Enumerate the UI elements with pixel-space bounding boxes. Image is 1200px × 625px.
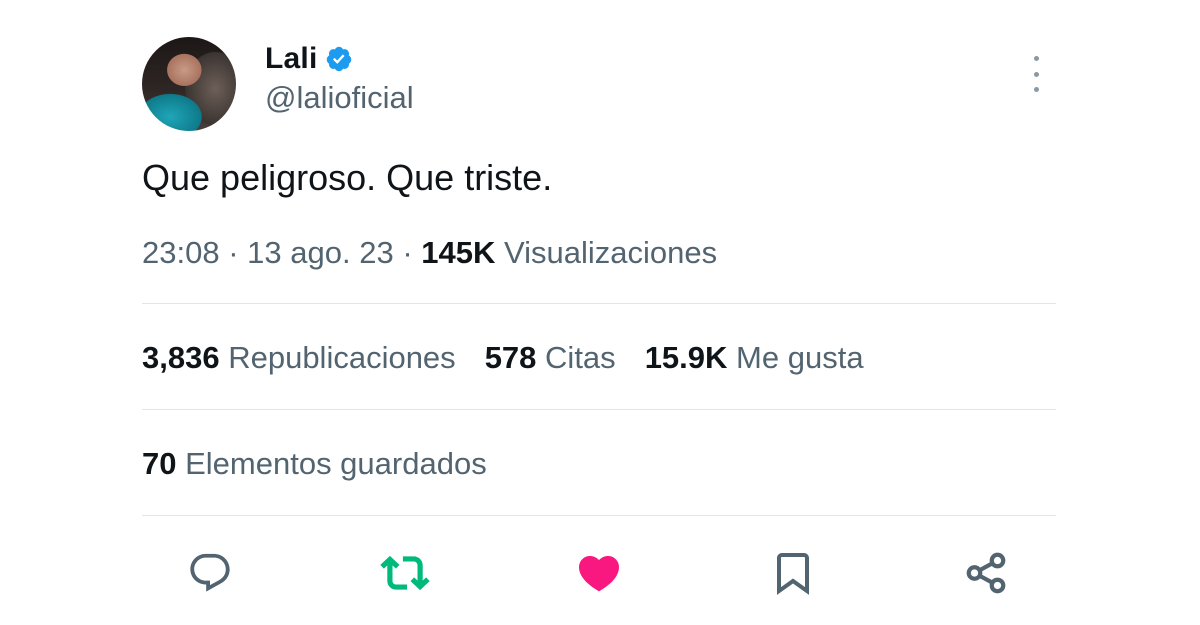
heart-icon	[578, 556, 620, 592]
repost-button[interactable]	[380, 548, 430, 598]
quotes-count: 578	[484, 340, 537, 375]
divider	[142, 303, 1056, 304]
tweet-date[interactable]: 13 ago. 23	[247, 235, 394, 270]
quotes-stat[interactable]: 578 Citas	[485, 340, 616, 376]
engagement-stats: 3,836 Republicaciones 578 Citas 15.9K Me…	[142, 340, 864, 376]
views-count: 145K	[421, 235, 496, 270]
author-name-row: Lali	[265, 40, 353, 78]
divider	[142, 409, 1056, 410]
repost-icon	[380, 555, 430, 591]
share-button[interactable]	[961, 548, 1011, 598]
tweet-card: Lali @lalioficial Que peligroso. Que tri…	[0, 0, 1200, 625]
bookmark-icon	[777, 553, 809, 595]
divider	[142, 515, 1056, 516]
likes-label: Me gusta	[736, 340, 864, 375]
likes-stat[interactable]: 15.9K Me gusta	[645, 340, 864, 376]
share-icon	[966, 552, 1006, 594]
verified-badge-icon	[327, 46, 352, 72]
like-button[interactable]	[574, 548, 624, 598]
views-label: Visualizaciones	[504, 235, 718, 270]
display-name[interactable]: Lali	[265, 42, 317, 76]
bookmarks-stat: 70 Elementos guardados	[142, 446, 487, 482]
meta-separator: ·	[402, 235, 413, 270]
reposts-count: 3,836	[142, 340, 220, 375]
user-handle[interactable]: @lalioficial	[265, 80, 414, 116]
avatar[interactable]	[142, 37, 236, 131]
bookmarks-count: 70	[142, 446, 177, 481]
more-options-button[interactable]	[1022, 56, 1050, 92]
meta-separator: ·	[228, 235, 239, 270]
reply-button[interactable]	[185, 548, 235, 598]
likes-count: 15.9K	[644, 340, 728, 375]
bookmarks-label: Elementos guardados	[185, 446, 487, 481]
action-bar	[0, 548, 1200, 598]
tweet-meta: 23:08 · 13 ago. 23 · 145K Visualizacione…	[142, 235, 717, 271]
reply-icon	[190, 553, 230, 592]
tweet-text: Que peligroso. Que triste.	[142, 157, 553, 198]
more-vertical-icon	[1033, 56, 1039, 61]
bookmark-button[interactable]	[768, 548, 818, 598]
reposts-label: Republicaciones	[228, 340, 456, 375]
tweet-time[interactable]: 23:08	[142, 235, 220, 270]
reposts-stat[interactable]: 3,836 Republicaciones	[142, 340, 456, 376]
quotes-label: Citas	[545, 340, 616, 375]
